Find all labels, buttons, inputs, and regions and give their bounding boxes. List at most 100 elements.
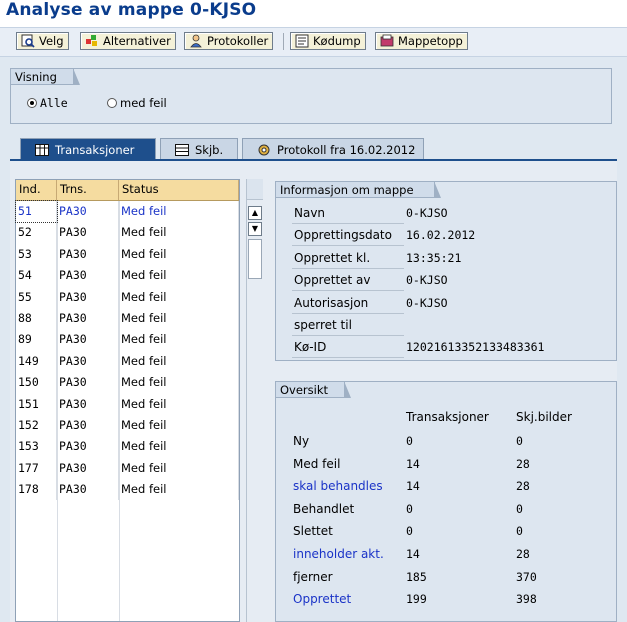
logs-button[interactable]: Protokoller: [184, 32, 274, 50]
cell-status[interactable]: Med feil: [119, 393, 239, 415]
cell-status[interactable]: Med feil: [119, 222, 239, 244]
overview-box: Oversikt Transaksjoner Skj.bilder Ny 0 0 Me…: [275, 381, 617, 622]
cell-trns[interactable]: PA30: [57, 265, 119, 287]
cell-ind[interactable]: 53: [16, 243, 57, 266]
table-row[interactable]: 52 PA30 Med feil: [16, 222, 239, 244]
options-button[interactable]: Alternativer: [80, 32, 176, 50]
cell-ind[interactable]: 52: [16, 222, 57, 244]
radio-all-indicator[interactable]: [27, 98, 37, 108]
cell-ind[interactable]: 178: [16, 479, 57, 501]
table-row[interactable]: 53 PA30 Med feil: [16, 243, 239, 266]
overview-col-screens: Skj.bilder: [516, 410, 572, 424]
cell-ind[interactable]: 89: [16, 329, 57, 351]
cell-trns[interactable]: PA30: [57, 436, 119, 458]
cell-ind[interactable]: 153: [16, 436, 57, 458]
overview-label: Ny: [293, 434, 310, 448]
table-row[interactable]: 55 PA30 Med feil: [16, 286, 239, 308]
folder-info-title: Informasjon om mappe: [275, 181, 441, 198]
cell-ind[interactable]: 177: [16, 457, 57, 480]
radio-with-errors[interactable]: med feil: [107, 96, 167, 110]
table-row[interactable]: 178 PA30 Med feil: [16, 479, 239, 501]
table-row[interactable]: 152 PA30 Med feil: [16, 414, 239, 437]
cell-status[interactable]: Med feil: [119, 265, 239, 287]
options-icon: [85, 34, 99, 48]
cell-ind[interactable]: 151: [16, 393, 57, 415]
cell-trns[interactable]: PA30: [57, 457, 119, 480]
table-row[interactable]: 89 PA30 Med feil: [16, 329, 239, 351]
cell-status[interactable]: Med feil: [119, 457, 239, 480]
table-row[interactable]: 51 PA30 Med feil: [15, 199, 239, 224]
cell-status[interactable]: Med feil: [119, 414, 239, 437]
cell-status[interactable]: Med feil: [119, 243, 239, 266]
cell-status[interactable]: Med feil: [119, 436, 239, 458]
cell-ind[interactable]: 152: [16, 414, 57, 437]
overview-transactions-value: 14: [406, 547, 420, 561]
scroll-down-button[interactable]: ▼: [248, 222, 262, 236]
cell-status[interactable]: Med feil: [119, 372, 239, 394]
tab-transactions[interactable]: Transaksjoner: [20, 138, 156, 161]
cell-trns[interactable]: PA30: [57, 243, 119, 266]
scrollbar-header: [247, 179, 263, 200]
table-row[interactable]: 88 PA30 Med feil: [16, 307, 239, 330]
overview-screens-value: 28: [516, 456, 530, 471]
column-header-status[interactable]: Status: [119, 180, 239, 200]
cell-status[interactable]: Med feil: [119, 307, 239, 330]
table-row[interactable]: 54 PA30 Med feil: [16, 265, 239, 287]
table-scrollbar[interactable]: ▲ ▼: [246, 179, 263, 622]
main-area: Visning Alle med feil Transaksjoner Skjb…: [0, 57, 627, 622]
table-row[interactable]: 149 PA30 Med feil: [16, 350, 239, 373]
tab-screens[interactable]: Skjb.: [160, 138, 238, 160]
table-row[interactable]: 153 PA30 Med feil: [16, 436, 239, 458]
cell-trns[interactable]: PA30: [57, 350, 119, 373]
column-header-ind[interactable]: Ind.: [16, 180, 57, 200]
info-label: Navn: [292, 202, 404, 224]
info-label: sperret til: [292, 314, 404, 336]
log-icon: [189, 34, 203, 48]
table-row[interactable]: 150 PA30 Med feil: [16, 372, 239, 394]
cell-ind[interactable]: 149: [16, 350, 57, 373]
folder-header-button[interactable]: Mappetopp: [375, 32, 468, 50]
cell-trns[interactable]: PA30: [57, 414, 119, 437]
toolbar-separator: [283, 33, 284, 50]
cell-trns[interactable]: PA30: [57, 201, 119, 223]
cell-trns[interactable]: PA30: [57, 479, 119, 501]
select-button-label: Velg: [39, 34, 64, 48]
radio-with-errors-label: med feil: [120, 96, 167, 110]
tab-protocol[interactable]: Protokoll fra 16.02.2012: [242, 138, 424, 160]
cell-ind[interactable]: 51: [15, 199, 58, 224]
cell-status[interactable]: Med feil: [119, 286, 239, 308]
select-button[interactable]: Velg: [16, 32, 69, 50]
info-value: 13:35:21: [406, 250, 462, 265]
overview-link[interactable]: inneholder akt.: [293, 547, 384, 561]
radio-with-errors-indicator[interactable]: [107, 98, 117, 108]
table-row[interactable]: 177 PA30 Med feil: [16, 457, 239, 480]
table-row[interactable]: 151 PA30 Med feil: [16, 393, 239, 415]
cell-status[interactable]: Med feil: [119, 350, 239, 373]
overview-screens-value: 0: [516, 524, 523, 539]
queue-dump-button[interactable]: Kødump: [290, 32, 366, 50]
cell-ind[interactable]: 150: [16, 372, 57, 394]
column-header-trns[interactable]: Trns.: [57, 180, 119, 200]
cell-trns[interactable]: PA30: [57, 329, 119, 351]
overview-link[interactable]: skal behandles: [293, 479, 383, 493]
overview-link[interactable]: Opprettet: [293, 592, 351, 606]
overview-transactions-value: 199: [406, 592, 427, 607]
cell-status[interactable]: Med feil: [119, 201, 239, 223]
radio-all[interactable]: Alle: [27, 96, 68, 110]
cell-trns[interactable]: PA30: [57, 222, 119, 244]
info-value: 0-KJSO: [406, 206, 448, 220]
cell-ind[interactable]: 54: [16, 265, 57, 287]
cell-status[interactable]: Med feil: [119, 479, 239, 501]
cell-trns[interactable]: PA30: [57, 286, 119, 308]
scroll-up-button[interactable]: ▲: [248, 206, 262, 220]
cell-ind[interactable]: 88: [16, 307, 57, 330]
cell-trns[interactable]: PA30: [57, 307, 119, 330]
cell-trns[interactable]: PA30: [57, 393, 119, 415]
info-value: 0-KJSO: [406, 295, 448, 310]
options-button-label: Alternativer: [103, 34, 171, 48]
queue-dump-icon: [295, 34, 309, 48]
cell-ind[interactable]: 55: [16, 286, 57, 308]
cell-trns[interactable]: PA30: [57, 372, 119, 394]
scroll-thumb[interactable]: [248, 239, 262, 279]
cell-status[interactable]: Med feil: [119, 329, 239, 351]
